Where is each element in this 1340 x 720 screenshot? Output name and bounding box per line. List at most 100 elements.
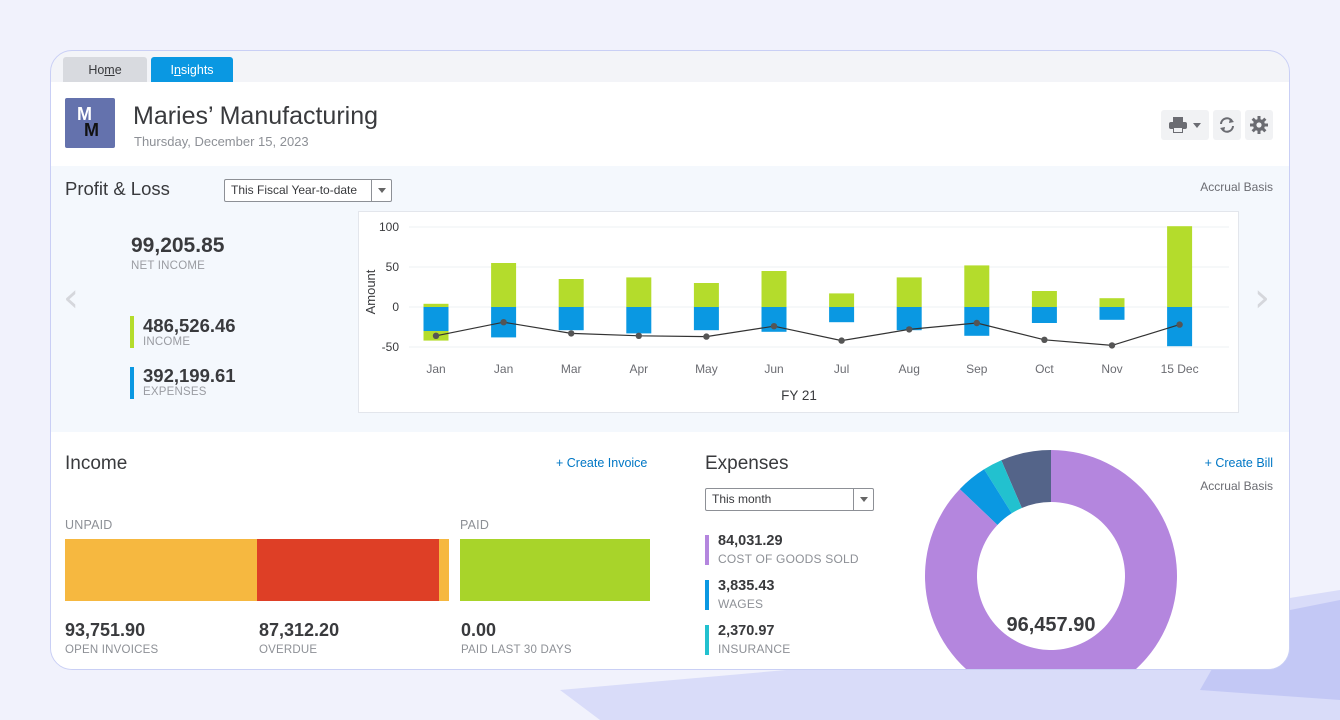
- select-caret: [853, 489, 873, 510]
- wages-legend-bar: [705, 580, 709, 610]
- expenses-basis-label: Accrual Basis: [1200, 479, 1273, 493]
- chevron-right-icon[interactable]: ›: [1254, 278, 1270, 318]
- net-income-point: [906, 326, 913, 333]
- y-tick-label: 50: [386, 260, 400, 274]
- bottom-section: Income + Create Invoice UNPAID PAID 93,7…: [51, 432, 1289, 670]
- expenses-period-select[interactable]: This month: [705, 488, 874, 511]
- chevron-down-icon: [859, 497, 868, 502]
- income-legend-bar: [130, 316, 134, 348]
- wages-label: WAGES: [718, 597, 764, 611]
- income-bar: [829, 293, 855, 307]
- gear-icon: [1250, 116, 1268, 134]
- net-income-point: [568, 330, 575, 337]
- current-date: Thursday, December 15, 2023: [134, 134, 309, 149]
- income-bar: [558, 279, 584, 307]
- tab-bar: Home Page Insights: [63, 57, 233, 104]
- net-income-point: [1041, 336, 1048, 343]
- overdue-label: OVERDUE: [259, 644, 318, 656]
- insurance-value: 2,370.97: [718, 623, 775, 639]
- pl-period-value: This Fiscal Year-to-date: [231, 183, 358, 197]
- expense-bar: [626, 307, 652, 334]
- paid-bar[interactable]: [460, 539, 650, 601]
- open-invoices-label: OPEN INVOICES: [65, 644, 159, 656]
- pl-period-select[interactable]: This Fiscal Year-to-date: [224, 179, 392, 202]
- income-bar: [896, 277, 922, 307]
- chevron-down-icon: [1193, 122, 1201, 128]
- income-bar: [491, 263, 517, 307]
- expenses-total-value: 96,457.90: [1006, 614, 1096, 636]
- pl-basis-label: Accrual Basis: [1200, 180, 1273, 194]
- expense-bar: [1099, 307, 1125, 320]
- donut-slice-cogs[interactable]: [925, 450, 1177, 670]
- app-window: Home Page Insights M M Maries’ Manufactu…: [50, 50, 1290, 670]
- x-tick-label: Sep: [966, 362, 988, 376]
- create-bill-link[interactable]: + Create Bill: [1205, 456, 1273, 470]
- net-income-value: 99,205.85: [131, 234, 225, 257]
- paid-label: PAID: [460, 518, 490, 532]
- x-tick-label: Jul: [834, 362, 849, 376]
- profit-loss-section: Profit & Loss This Fiscal Year-to-date A…: [51, 166, 1289, 482]
- expenses-legend-bar: [130, 367, 134, 399]
- net-income-point: [432, 332, 440, 339]
- net-income-line: [435, 321, 1180, 347]
- expenses-title: Expenses: [705, 453, 789, 474]
- overdue-value: 87,312.20: [259, 620, 340, 640]
- logo-initial-bottom: M: [84, 120, 99, 140]
- x-tick-label: Jan: [426, 362, 445, 376]
- income-bar: [964, 265, 990, 307]
- company-header: M M Maries’ Manufacturing Thursday, Dece…: [51, 82, 1289, 166]
- net-income-point: [973, 319, 980, 327]
- expenses-period-value: This month: [712, 492, 772, 506]
- income-title: Income: [65, 453, 128, 474]
- net-income-point: [500, 319, 507, 326]
- net-income-point: [635, 332, 642, 339]
- income-bar: [1167, 226, 1193, 307]
- cogs-legend-bar: [705, 535, 709, 565]
- create-invoice-link[interactable]: + Create Invoice: [556, 456, 647, 470]
- open-invoices-value: 93,751.90: [65, 620, 146, 640]
- expense-bar: [829, 307, 855, 323]
- y-axis-label: Amount: [363, 269, 378, 314]
- select-caret: [371, 180, 391, 201]
- chevron-left-icon[interactable]: ‹: [63, 278, 79, 318]
- company-name: Maries’ Manufacturing: [133, 102, 379, 130]
- x-tick-label: Aug: [899, 362, 920, 376]
- net-income-point: [1108, 342, 1116, 349]
- expense-bar: [1031, 307, 1057, 323]
- settings-button[interactable]: [1245, 110, 1273, 140]
- refresh-icon: [1220, 117, 1234, 133]
- profit-loss-chart: 100 50 0 -50 Amount Jan Jan Mar Apr May Jun Jul Aug S…: [358, 211, 1239, 413]
- chevron-down-icon: [377, 188, 386, 193]
- expenses-total-label: EXPENSES: [143, 386, 207, 398]
- refresh-button[interactable]: [1213, 110, 1241, 140]
- income-bar: [761, 271, 787, 307]
- paid-30-value: 0.00: [461, 620, 497, 640]
- wages-value: 3,835.43: [718, 578, 775, 594]
- income-bar: [626, 277, 652, 307]
- paid-30-label: PAID LAST 30 DAYS: [461, 644, 572, 656]
- income-bar: [1099, 298, 1125, 307]
- x-axis-label: FY 21: [781, 388, 817, 403]
- income-total-label: INCOME: [143, 336, 191, 348]
- y-tick-label: 100: [379, 220, 399, 234]
- income-bar: [693, 283, 719, 307]
- unpaid-label: UNPAID: [65, 518, 113, 532]
- insurance-label: INSURANCE: [718, 642, 791, 656]
- x-tick-label: Mar: [561, 362, 582, 376]
- header-actions: [1161, 110, 1273, 140]
- print-button[interactable]: [1161, 110, 1209, 140]
- tab-insights[interactable]: Insights: [151, 57, 233, 82]
- open-invoices-bar[interactable]: [65, 539, 257, 601]
- net-income-point: [770, 323, 778, 330]
- expense-bar: [558, 307, 584, 331]
- cogs-label: COST OF GOODS SOLD: [718, 552, 859, 566]
- print-icon: [1169, 117, 1187, 133]
- tab-home-page[interactable]: Home Page: [63, 57, 147, 104]
- y-tick-label: 0: [392, 300, 399, 314]
- open-invoices-bar-remainder[interactable]: [439, 539, 449, 601]
- overdue-bar[interactable]: [257, 539, 439, 601]
- x-tick-label: May: [695, 362, 718, 376]
- income-bar: [1031, 291, 1057, 307]
- net-income-point: [1176, 321, 1183, 328]
- cogs-value: 84,031.29: [718, 533, 783, 549]
